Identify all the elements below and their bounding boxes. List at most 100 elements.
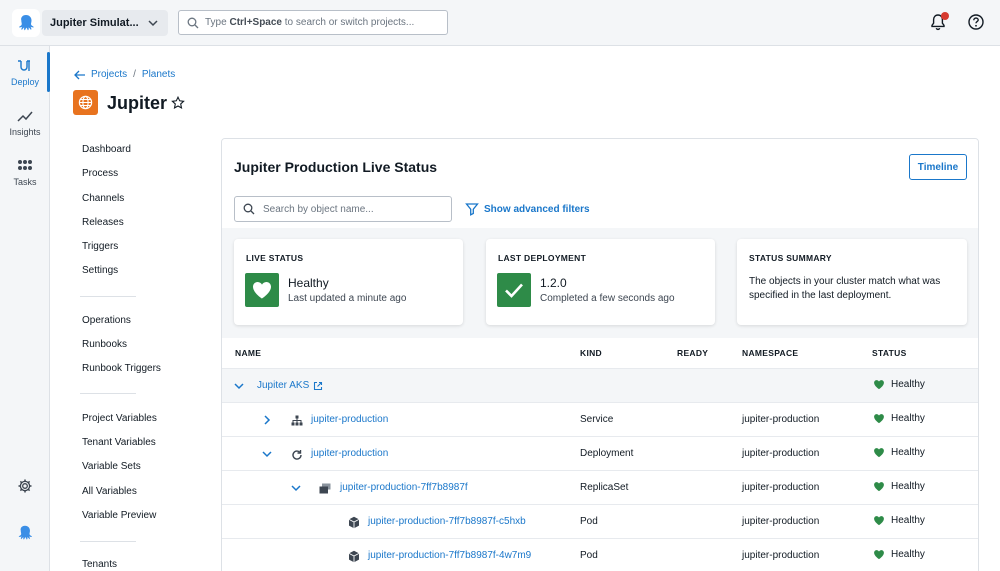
heart-icon xyxy=(874,380,884,390)
filter-icon xyxy=(465,203,479,216)
global-search-input[interactable]: Type Ctrl+Space to search or switch proj… xyxy=(178,10,448,35)
nav-item-deploy[interactable]: Deploy xyxy=(0,50,50,94)
service-network-icon xyxy=(291,415,303,426)
search-icon xyxy=(187,17,199,28)
table-row-cluster[interactable]: Jupiter AKS Healthy xyxy=(222,368,978,402)
table-row[interactable]: jupiter-production Service jupiter-produ… xyxy=(222,402,978,436)
object-kind: Pod xyxy=(580,550,598,561)
heart-icon xyxy=(874,448,884,458)
table-row[interactable]: jupiter-production-7ff7b8987f ReplicaSet… xyxy=(222,470,978,504)
left-nav: Deploy Insights Tasks xyxy=(0,46,50,571)
table-row[interactable]: jupiter-production-7ff7b8987f-4w7m9 Pod … xyxy=(222,538,978,571)
breadcrumb-projects[interactable]: Projects xyxy=(91,69,127,80)
live-status-value: Healthy xyxy=(288,276,329,290)
menu-item-all-variables[interactable]: All Variables xyxy=(82,486,137,497)
object-name-link[interactable]: jupiter-production-7ff7b8987f-4w7m9 xyxy=(368,550,531,561)
object-search-input[interactable] xyxy=(263,203,443,215)
last-deployment-card: LAST DEPLOYMENT 1.2.0 Completed a few se… xyxy=(486,239,715,325)
favorite-star-icon[interactable] xyxy=(171,96,185,110)
object-search-field[interactable] xyxy=(234,196,452,222)
deploy-icon xyxy=(18,59,30,71)
menu-item-runbook-triggers[interactable]: Runbook Triggers xyxy=(82,363,161,374)
menu-item-variable-sets[interactable]: Variable Sets xyxy=(82,461,141,472)
menu-item-channels[interactable]: Channels xyxy=(82,193,124,204)
octopus-logo-icon[interactable] xyxy=(12,9,40,37)
menu-item-variable-preview[interactable]: Variable Preview xyxy=(82,510,156,521)
menu-item-dashboard[interactable]: Dashboard xyxy=(82,144,131,155)
object-name-link[interactable]: jupiter-production-7ff7b8987f-c5hxb xyxy=(368,516,526,527)
menu-item-runbooks[interactable]: Runbooks xyxy=(82,339,127,350)
object-kind: ReplicaSet xyxy=(580,482,629,493)
panel-title: Jupiter Production Live Status xyxy=(234,159,438,175)
object-kind: Pod xyxy=(580,516,598,527)
chevron-down-icon xyxy=(148,20,158,27)
status-badge: Healthy xyxy=(873,515,925,526)
menu-item-triggers[interactable]: Triggers xyxy=(82,241,118,252)
last-deployment-completed: Completed a few seconds ago xyxy=(540,293,675,304)
heart-icon xyxy=(245,273,279,307)
status-badge: Healthy xyxy=(873,549,925,560)
table-row[interactable]: jupiter-production-7ff7b8987f-c5hxb Pod … xyxy=(222,504,978,538)
tasks-icon xyxy=(18,159,32,170)
last-deployment-version[interactable]: 1.2.0 xyxy=(540,276,567,290)
checkmark-icon xyxy=(497,273,531,307)
menu-item-operations[interactable]: Operations xyxy=(82,315,131,326)
heart-icon xyxy=(874,482,884,492)
help-icon[interactable] xyxy=(967,13,985,31)
chevron-right-icon[interactable] xyxy=(260,413,274,427)
pod-cube-icon xyxy=(348,550,360,563)
menu-divider xyxy=(80,541,136,542)
table-row[interactable]: jupiter-production Deployment jupiter-pr… xyxy=(222,436,978,470)
live-status-panel: Jupiter Production Live Status Timeline … xyxy=(221,138,979,571)
object-name-link[interactable]: jupiter-production-7ff7b8987f xyxy=(340,482,468,493)
space-switcher[interactable]: Jupiter Simulat... xyxy=(42,10,168,36)
global-search-placeholder: Type Ctrl+Space to search or switch proj… xyxy=(205,17,415,28)
timeline-button[interactable]: Timeline xyxy=(909,154,967,180)
chevron-down-icon[interactable] xyxy=(260,447,274,461)
menu-item-project-variables[interactable]: Project Variables xyxy=(82,413,157,424)
settings-gear-icon[interactable] xyxy=(17,478,33,494)
table-header: NAME KIND READY NAMESPACE STATUS xyxy=(222,338,978,368)
menu-divider xyxy=(80,393,136,394)
object-namespace: jupiter-production xyxy=(742,516,820,527)
status-summary-card: STATUS SUMMARY The objects in your clust… xyxy=(737,239,967,325)
external-link-icon[interactable] xyxy=(313,381,323,391)
object-kind: Service xyxy=(580,414,614,425)
menu-item-process[interactable]: Process xyxy=(82,168,118,179)
heart-icon xyxy=(874,550,884,560)
show-advanced-filters-link[interactable]: Show advanced filters xyxy=(465,202,590,216)
notification-badge xyxy=(941,12,949,20)
status-badge: Healthy xyxy=(873,379,925,390)
space-name: Jupiter Simulat... xyxy=(50,17,139,29)
object-name-link[interactable]: jupiter-production xyxy=(311,414,388,425)
object-namespace: jupiter-production xyxy=(742,482,820,493)
menu-item-settings[interactable]: Settings xyxy=(82,265,118,276)
insights-icon xyxy=(17,111,33,122)
top-bar: Jupiter Simulat... Type Ctrl+Space to se… xyxy=(0,0,1000,46)
object-namespace: jupiter-production xyxy=(742,414,820,425)
menu-item-releases[interactable]: Releases xyxy=(82,217,124,228)
status-badge: Healthy xyxy=(873,481,925,492)
menu-divider xyxy=(80,296,136,297)
menu-item-tenant-variables[interactable]: Tenant Variables xyxy=(82,437,156,448)
menu-item-tenants[interactable]: Tenants xyxy=(82,559,117,570)
nav-item-insights[interactable]: Insights xyxy=(0,100,50,144)
breadcrumb: Projects / Planets xyxy=(74,69,175,80)
live-status-card: LIVE STATUS Healthy Last updated a minut… xyxy=(234,239,463,325)
cluster-name-link[interactable]: Jupiter AKS xyxy=(257,380,309,391)
project-globe-icon xyxy=(73,90,98,115)
breadcrumb-planets[interactable]: Planets xyxy=(142,69,175,80)
heart-icon xyxy=(874,516,884,526)
chevron-down-icon[interactable] xyxy=(232,379,246,393)
nav-item-tasks[interactable]: Tasks xyxy=(0,150,50,194)
object-namespace: jupiter-production xyxy=(742,550,820,561)
object-name-link[interactable]: jupiter-production xyxy=(311,448,388,459)
chevron-down-icon[interactable] xyxy=(289,481,303,495)
object-namespace: jupiter-production xyxy=(742,448,820,459)
heart-icon xyxy=(874,414,884,424)
object-kind: Deployment xyxy=(580,448,634,459)
octopus-account-icon[interactable] xyxy=(16,524,34,542)
arrow-left-icon[interactable] xyxy=(74,70,86,80)
status-summary-text: The objects in your cluster match what w… xyxy=(749,276,941,301)
pod-cube-icon xyxy=(348,516,360,529)
